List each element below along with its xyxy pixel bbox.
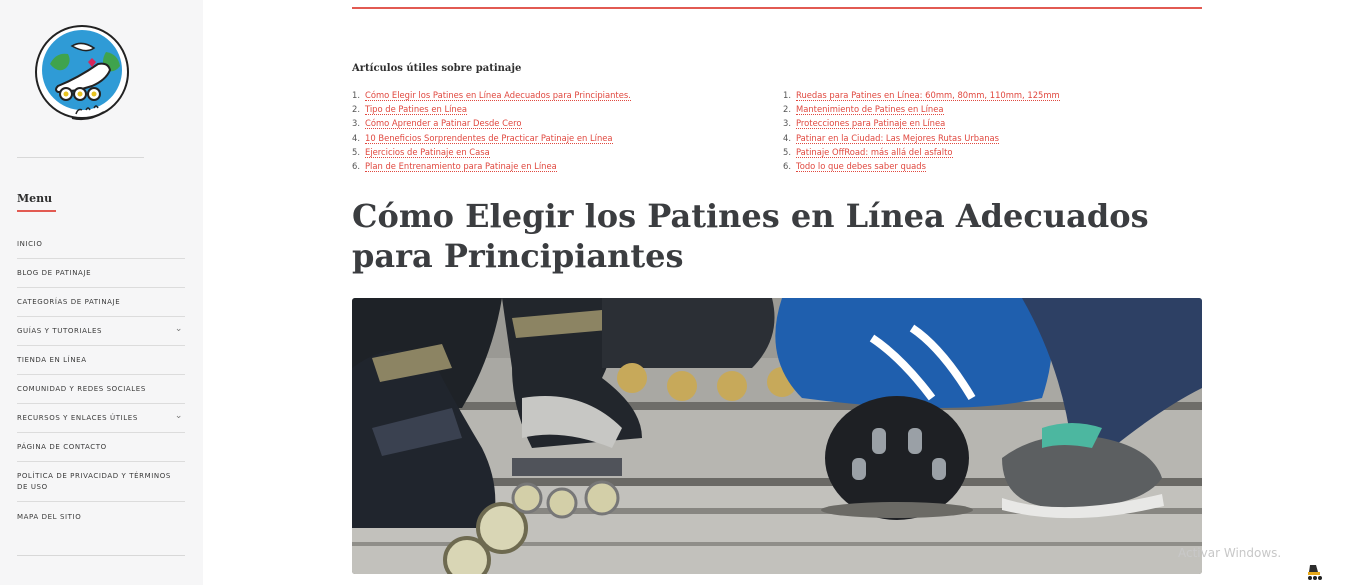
list-item: 2. Tipo de Patines en Línea [352, 104, 468, 116]
menu-title-underline [17, 210, 56, 212]
list-item: 1. Cómo Elegir los Patines en Línea Adecu… [352, 90, 631, 101]
sidebar-item-label: BLOG DE PATINAJE [17, 269, 92, 277]
sidebar-item-categorias[interactable]: CATEGORÍAS DE PATINAJE [17, 288, 185, 317]
sidebar-item-label: MAPA DEL SITIO [17, 512, 82, 521]
article-link[interactable]: Cómo Aprender a Patinar Desde Cero [365, 118, 522, 130]
articles-section-title: Artículos útiles sobre patinaje [352, 63, 522, 74]
sidebar-item-inicio[interactable]: INICIO [17, 230, 185, 259]
sidebar-item-label: PÁGINA DE CONTACTO [17, 443, 107, 451]
list-item: 4. 10 Beneficios Sorprendentes de Practic… [352, 132, 613, 144]
skate-icon[interactable] [1305, 563, 1325, 581]
sidebar-item-label: CATEGORÍAS DE PATINAJE [17, 298, 121, 306]
hero-image [352, 298, 1202, 574]
article-link[interactable]: Patinar en la Ciudad: Las Mejores Rutas … [796, 132, 1000, 144]
sidebar-item-comunidad[interactable]: COMUNIDAD Y REDES SOCIALES [17, 375, 185, 404]
chevron-down-icon[interactable]: ⌄ [175, 411, 183, 421]
list-item: 6. Todo lo que debes saber quads [783, 161, 926, 173]
articles-list-right: 1. Ruedas para Patines en Línea: 60mm, 80… [783, 88, 1060, 173]
sidebar-item-mapa[interactable]: MAPA DEL SITIO [17, 502, 185, 531]
article-link[interactable]: Cómo Elegir los Patines en Línea Adecuad… [365, 90, 631, 101]
article-link[interactable]: Ruedas para Patines en Línea: 60mm, 80mm… [796, 90, 1060, 101]
sidebar-item-label: COMUNIDAD Y REDES SOCIALES [17, 385, 146, 393]
sidebar-item-tienda[interactable]: TIENDA EN LÍNEA [17, 346, 185, 375]
sidebar-item-label: INICIO [17, 240, 43, 248]
article-link[interactable]: Todo lo que debes saber quads [796, 161, 926, 173]
list-item: 5. Ejercicios de Patinaje en Casa [352, 146, 490, 158]
sidebar-item-recursos[interactable]: RECURSOS Y ENLACES ÚTILES ⌄ [17, 404, 185, 433]
article-link[interactable]: Ejercicios de Patinaje en Casa [365, 146, 490, 158]
site-logo[interactable] [28, 22, 136, 130]
article-link[interactable]: 10 Beneficios Sorprendentes de Practicar… [365, 132, 613, 144]
sidebar-item-label: GUÍAS Y TUTORIALES [17, 327, 103, 335]
sidebar-item-label: POLÍTICA DE PRIVACIDAD Y TÉRMINOS DE USO [17, 471, 171, 491]
list-item: 2. Mantenimiento de Patines en Línea [783, 104, 944, 116]
article-link[interactable]: Tipo de Patines en Línea [365, 104, 468, 116]
list-item: 1. Ruedas para Patines en Línea: 60mm, 80… [783, 90, 1060, 101]
list-item: 3. Cómo Aprender a Patinar Desde Cero [352, 118, 522, 130]
activate-windows-watermark: Activar Windows. [1178, 546, 1282, 560]
chevron-down-icon[interactable]: ⌄ [175, 324, 183, 334]
article-link[interactable]: Protecciones para Patinaje en Línea [796, 118, 946, 130]
article-link[interactable]: Mantenimiento de Patines en Línea [796, 104, 944, 116]
sidebar-item-blog[interactable]: BLOG DE PATINAJE [17, 259, 185, 288]
articles-list-left: 1. Cómo Elegir los Patines en Línea Adecu… [352, 88, 631, 173]
list-item: 6. Plan de Entrenamiento para Patinaje en… [352, 161, 557, 173]
article-link[interactable]: Plan de Entrenamiento para Patinaje en L… [365, 161, 557, 173]
sidebar-item-guias[interactable]: GUÍAS Y TUTORIALES ⌄ [17, 317, 185, 346]
sidebar-item-contacto[interactable]: PÁGINA DE CONTACTO [17, 433, 185, 462]
post-title: Cómo Elegir los Patines en Línea Adecuad… [352, 197, 1149, 275]
list-item: 5. Patinaje OffRoad: más allá del asfalto [783, 146, 953, 158]
sidebar-item-label: RECURSOS Y ENLACES ÚTILES [17, 414, 138, 422]
top-accent-line [352, 7, 1202, 9]
sidebar-menu: INICIO BLOG DE PATINAJE CATEGORÍAS DE PA… [17, 230, 185, 531]
list-item: 3. Protecciones para Patinaje en Línea [783, 118, 946, 130]
sidebar-divider [17, 157, 144, 158]
sidebar-item-label: TIENDA EN LÍNEA [17, 356, 87, 364]
menu-title: Menu [17, 192, 53, 205]
sidebar-divider [17, 555, 185, 556]
sidebar-item-privacidad[interactable]: POLÍTICA DE PRIVACIDAD Y TÉRMINOS DE USO [17, 462, 185, 502]
list-item: 4. Patinar en la Ciudad: Las Mejores Ruta… [783, 132, 1000, 144]
sidebar: Menu INICIO BLOG DE PATINAJE CATEGORÍAS … [0, 0, 203, 585]
article-link[interactable]: Patinaje OffRoad: más allá del asfalto [796, 146, 953, 158]
